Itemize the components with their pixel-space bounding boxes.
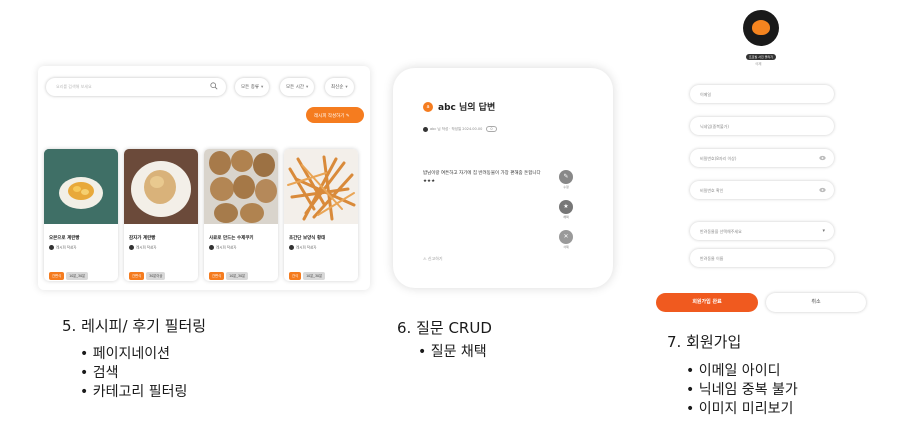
recipe-card-list: 오븐으로 계란빵 레시피 작성자 간편식 10분_30분 감자가 계란빵 레시피 … xyxy=(44,149,364,283)
write-recipe-button[interactable]: 레시피 작성하기 ✎ xyxy=(306,107,364,123)
edit-icon: ✎ xyxy=(559,170,573,184)
chevron-down-icon: ▾ xyxy=(306,85,309,90)
star-icon: ★ xyxy=(559,200,573,214)
nickname-field[interactable]: 닉네임(중복불가) xyxy=(690,117,834,135)
answer-meta: abc 님 작성 · 작성일 2024.00.00 0 xyxy=(423,126,497,132)
answer-body: 밥님이랑 여튼하고 자기에 집 반려동물이 가장 편해줌 돈합니다 ★★★ xyxy=(423,171,541,184)
recipe-image xyxy=(204,149,278,224)
recipe-title: 초간단 보양식 황태 xyxy=(289,236,326,241)
caption-item: 검색 xyxy=(80,364,187,383)
caption-item: 이미지 미리보기 xyxy=(686,400,798,419)
caption-item: 이메일 아이디 xyxy=(686,362,798,381)
recipe-card[interactable]: 오븐으로 계란빵 레시피 작성자 간편식 10분_30분 xyxy=(44,149,118,281)
caption-signup-heading: 7. 회원가입 xyxy=(667,333,742,351)
category-tag: 간식 xyxy=(289,271,302,280)
avatar xyxy=(49,245,54,250)
trash-icon: ✕ xyxy=(559,230,573,244)
caption-item: 질문 채택 xyxy=(418,343,487,362)
recipe-tags: 간편식 10분_30분 xyxy=(49,262,90,281)
answer-header: a abc 님의 답변 xyxy=(423,96,495,115)
filter-sort-select[interactable]: 최신순 ▾ xyxy=(325,78,354,96)
avatar xyxy=(423,126,428,132)
category-tag: 간편식 xyxy=(49,271,65,280)
chevron-down-icon: ▾ xyxy=(261,85,264,90)
answer-title: abc 님의 답변 xyxy=(438,103,496,113)
avatar xyxy=(289,245,294,250)
search-input[interactable]: 요리를 검색해 보세요 xyxy=(46,78,226,96)
caption-question-list: 질문 채택 xyxy=(418,343,487,362)
caption-signup-list: 이메일 아이디 닉네임 중복 불가 이미지 미리보기 xyxy=(686,362,798,419)
pet-type-select[interactable]: 반려동물을 선택해주세요 ▾ xyxy=(690,222,834,240)
avatar: a xyxy=(423,101,433,112)
caption-question-heading: 6. 질문 CRUD xyxy=(397,319,492,337)
upload-profile-button[interactable]: 프로필 사진 올리기 xyxy=(746,54,776,60)
category-tag: 간편식 xyxy=(209,271,225,280)
category-tag: 간편식 xyxy=(129,271,145,280)
like-chip[interactable]: 0 xyxy=(486,126,497,132)
recipe-image xyxy=(44,149,118,224)
recipe-card[interactable]: 초간단 보양식 황태 레시피 작성자 간식 10분_30분 xyxy=(284,149,358,281)
time-tag: 30분이상 xyxy=(146,271,166,280)
edit-button[interactable]: ✎ 수정 xyxy=(557,170,575,189)
chevron-down-icon: ▾ xyxy=(822,228,825,234)
password-field[interactable]: 비밀번호(8자리 이상) xyxy=(690,149,834,167)
recipe-list-screenshot: 요리를 검색해 보세요 모든 종류 ▾ 모든 시간 ▾ 최신순 ▾ 레시피 작성하기 … xyxy=(38,66,370,290)
avatar xyxy=(209,245,214,250)
caption-item: 카테고리 필터링 xyxy=(80,383,188,402)
question-detail-screenshot: a abc 님의 답변 abc 님 작성 · 작성일 2024.00.00 0 밥님… xyxy=(393,68,613,288)
recipe-image xyxy=(124,149,198,224)
recipe-author: 레시피 작성자 xyxy=(129,245,156,251)
delete-profile-link[interactable]: 삭제 xyxy=(755,62,761,67)
chevron-down-icon: ▾ xyxy=(345,85,348,90)
cancel-button[interactable]: 취소 xyxy=(766,293,866,312)
password-confirm-field[interactable]: 비밀번호 확인 xyxy=(690,181,834,199)
recipe-image xyxy=(284,149,358,224)
recipe-title: 사료로 만드는 수제쿠키 xyxy=(209,236,254,241)
pencil-icon: ✎ xyxy=(345,114,350,119)
caption-item: 페이지네이션 xyxy=(80,345,187,364)
warning-icon: ⚠ xyxy=(423,256,427,261)
caption-recipe-list: 페이지네이션 검색 카테고리 필터링 xyxy=(80,345,188,402)
email-field[interactable]: 이메일 xyxy=(690,85,834,103)
pet-name-field[interactable]: 반려동물 이름 xyxy=(690,249,834,267)
recipe-title: 감자가 계란빵 xyxy=(129,236,156,241)
avatar xyxy=(129,245,134,250)
recipe-tags: 간식 10분_30분 xyxy=(289,262,327,281)
filter-time-select[interactable]: 모든 시간 ▾ xyxy=(280,78,314,96)
caption-item: 닉네임 중복 불가 xyxy=(686,381,798,400)
recipe-tags: 간편식 10분_30분 xyxy=(209,262,250,281)
recipe-card[interactable]: 사료로 만드는 수제쿠키 레시피 작성자 간편식 10분_30분 xyxy=(204,149,278,281)
search-placeholder: 요리를 검색해 보세요 xyxy=(56,84,92,89)
recipe-tags: 간편식 30분이상 xyxy=(129,262,167,281)
delete-button[interactable]: ✕ 삭제 xyxy=(557,230,575,249)
report-link[interactable]: ⚠ 신고하기 xyxy=(423,256,443,262)
time-tag: 10분_30분 xyxy=(226,271,249,280)
caption-recipe-heading: 5. 레시피/ 후기 필터링 xyxy=(62,317,207,335)
pet-avatar-icon xyxy=(752,20,770,35)
recipe-author: 레시피 작성자 xyxy=(49,245,76,251)
eye-icon[interactable] xyxy=(819,155,826,161)
profile-image-preview xyxy=(743,10,779,46)
adopt-button[interactable]: ★ 채택 xyxy=(557,200,575,219)
time-tag: 10분_30분 xyxy=(303,271,326,280)
eye-icon[interactable] xyxy=(819,187,826,193)
filter-kind-select[interactable]: 모든 종류 ▾ xyxy=(235,78,269,96)
recipe-title: 오븐으로 계란빵 xyxy=(49,236,80,241)
recipe-author: 레시피 작성자 xyxy=(289,245,316,251)
recipe-author: 레시피 작성자 xyxy=(209,245,236,251)
search-icon xyxy=(210,82,218,90)
signup-submit-button[interactable]: 회원가입 완료 xyxy=(656,293,758,312)
recipe-card[interactable]: 감자가 계란빵 레시피 작성자 간편식 30분이상 xyxy=(124,149,198,281)
time-tag: 10분_30분 xyxy=(66,271,89,280)
